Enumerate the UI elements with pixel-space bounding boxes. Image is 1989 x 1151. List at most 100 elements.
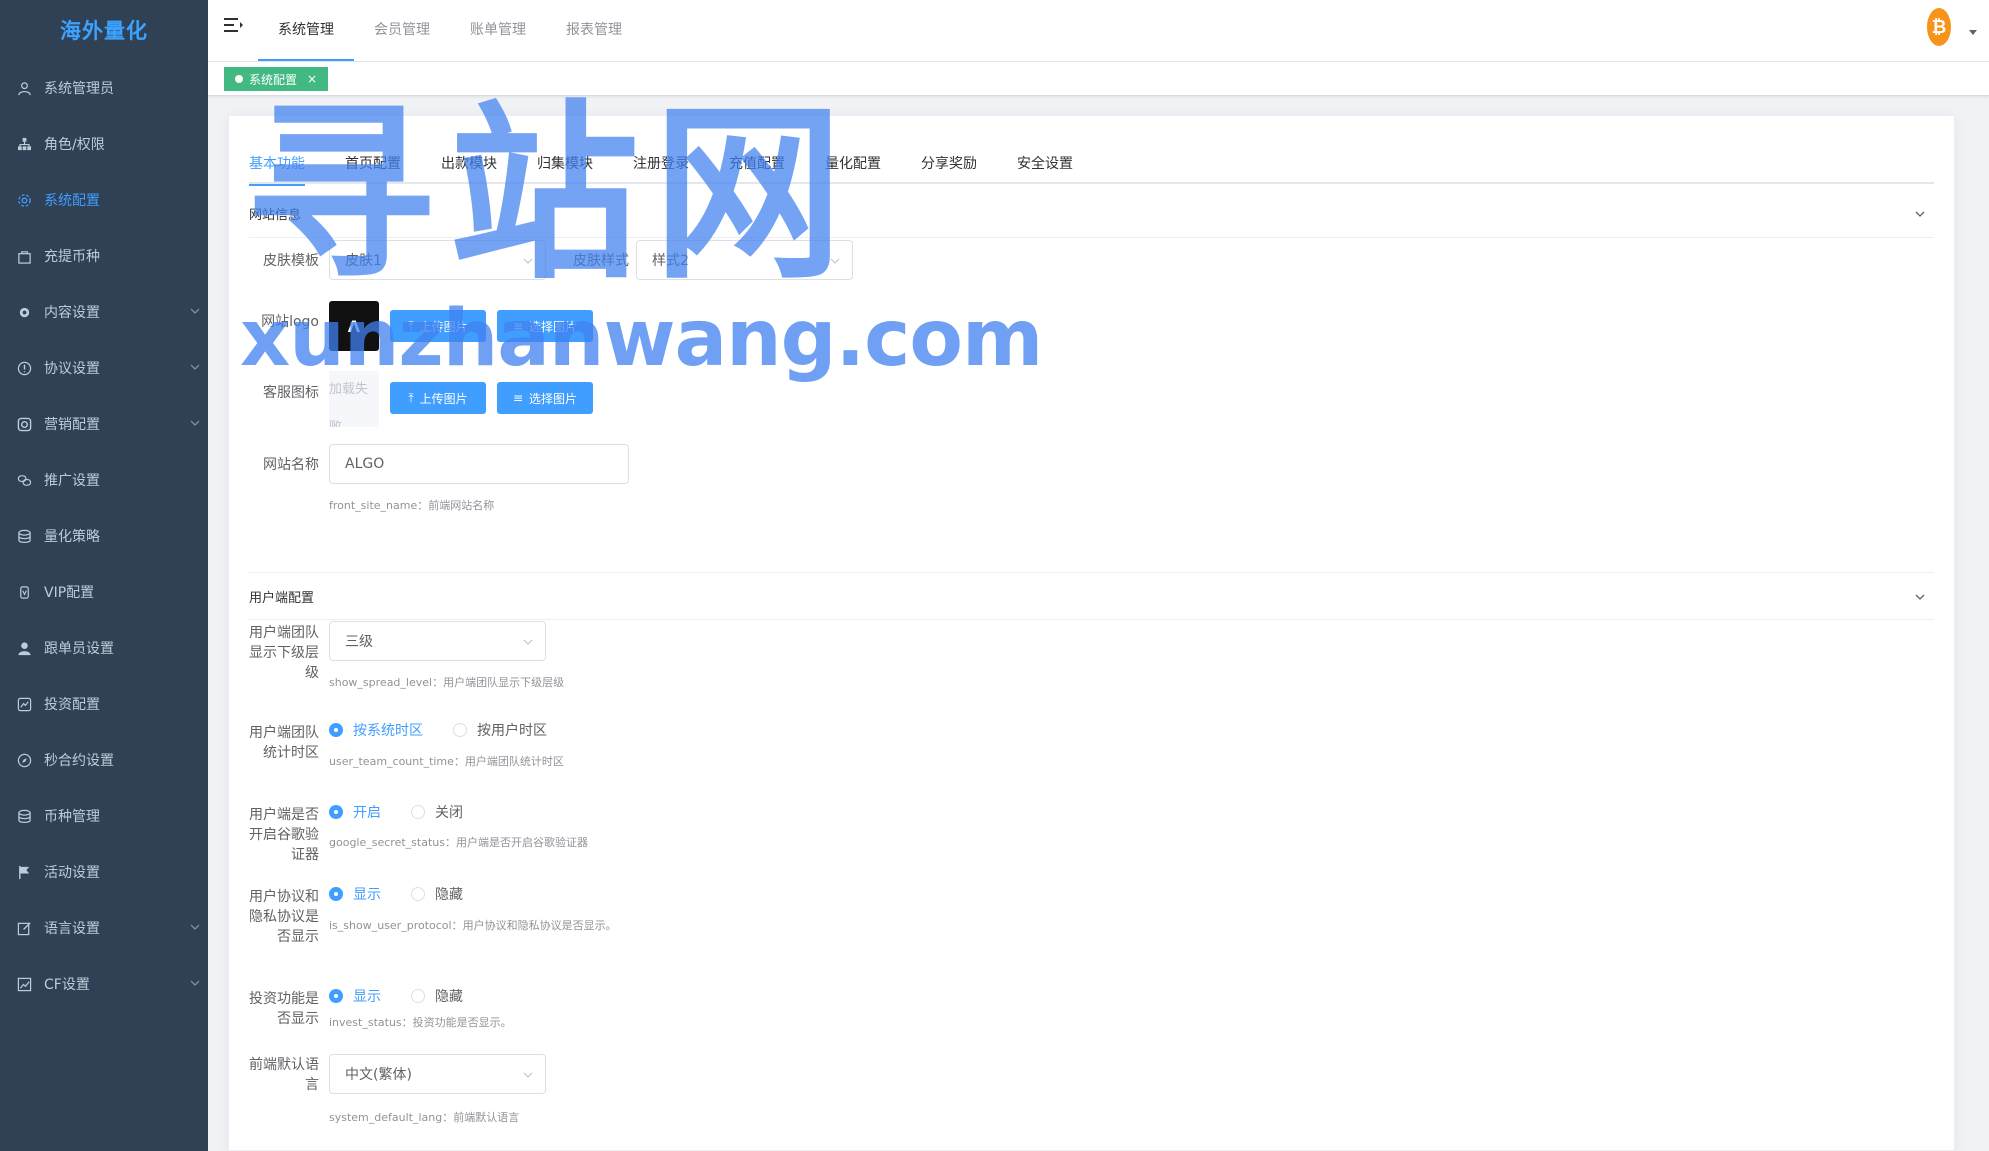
site-name-label: 网站名称: [263, 457, 319, 473]
section-site-info[interactable]: 网站信息: [249, 190, 1934, 238]
tab-4[interactable]: 注册登录: [633, 144, 709, 184]
skin-template-select[interactable]: 皮肤1: [329, 240, 546, 280]
tab-0[interactable]: 基本功能: [249, 144, 325, 186]
section-title: 用户端配置: [249, 590, 315, 606]
avatar[interactable]: ₿: [1927, 8, 1951, 46]
sidebar-item-6[interactable]: 营销配置: [0, 396, 208, 452]
sidebar-item-4[interactable]: 内容设置: [0, 284, 208, 340]
top-nav-item-0[interactable]: 系统管理: [258, 0, 354, 61]
tab-7[interactable]: 分享奖励: [921, 144, 997, 184]
sidebar-item-label: 营销配置: [44, 417, 100, 433]
sidebar-item-10[interactable]: 跟单员设置: [0, 620, 208, 676]
tag-system-config[interactable]: 系统配置 ×: [224, 67, 329, 91]
team-level-select[interactable]: 三级: [329, 621, 546, 661]
radio-google-off[interactable]: 关闭: [411, 802, 463, 822]
tab-3[interactable]: 归集模块: [537, 144, 613, 184]
sidebar-item-15[interactable]: 语言设置: [0, 900, 208, 956]
service-icon-image: 加载失败: [329, 371, 379, 427]
radio-protocol-hide[interactable]: 隐藏: [411, 884, 463, 904]
sidebar-item-5[interactable]: 协议设置: [0, 340, 208, 396]
sidebar-item-8[interactable]: 量化策略: [0, 508, 208, 564]
upload-icon: ⤒: [408, 390, 414, 405]
skin-style-select[interactable]: 样式2: [636, 240, 853, 280]
sidebar-item-7[interactable]: 推广设置: [0, 452, 208, 508]
sidebar-item-label: 推广设置: [44, 473, 100, 489]
tab-1[interactable]: 首页配置: [345, 144, 421, 184]
config-card: 基本功能 首页配置 出款模块 归集模块 注册登录 充值配置 量化配置 分享奖励 安全设置 网站信…: [228, 115, 1955, 1151]
button-label: 选择图片: [529, 391, 578, 406]
select-value: 中文(繁体): [345, 1067, 412, 1083]
sidebar-item-3[interactable]: 充提币种: [0, 228, 208, 284]
radio-circle: [411, 887, 425, 901]
sidebar-item-label: 系统配置: [44, 193, 100, 209]
vip-icon: [16, 584, 32, 600]
tree-icon: [16, 136, 32, 152]
cog-icon: [16, 304, 32, 320]
chevron-down-icon: [190, 980, 200, 986]
radio-label: 关闭: [435, 805, 463, 821]
select-service-icon-button[interactable]: ≡ 选择图片: [497, 382, 593, 414]
sidebar-item-2[interactable]: 系统配置: [0, 172, 208, 228]
tab-5[interactable]: 充值配置: [729, 144, 805, 184]
tab-8[interactable]: 安全设置: [1017, 144, 1093, 184]
radio-invest-show[interactable]: 显示: [329, 986, 381, 1006]
top-nav-item-2[interactable]: 账单管理: [450, 0, 546, 61]
site-name-input[interactable]: ALGO: [329, 444, 629, 484]
select-logo-button[interactable]: ≡ 选择图片: [497, 310, 593, 342]
close-icon[interactable]: ×: [307, 72, 317, 86]
google-auth-label: 用户端是否开启谷歌验证器: [249, 807, 319, 863]
top-nav-item-1[interactable]: 会员管理: [354, 0, 450, 61]
app-logo-title: 海外量化: [60, 19, 148, 43]
radio-team-time-system[interactable]: 按系统时区: [329, 720, 423, 740]
user-icon: [16, 80, 32, 96]
radio-team-time-user[interactable]: 按用户时区: [453, 720, 547, 740]
sidebar-item-16[interactable]: CF设置: [0, 956, 208, 1012]
sidebar-item-12[interactable]: 秒合约设置: [0, 732, 208, 788]
sidebar-item-label: CF设置: [44, 977, 90, 993]
sidebar-item-13[interactable]: 币种管理: [0, 788, 208, 844]
hamburger-icon[interactable]: [224, 16, 244, 34]
sidebar-item-14[interactable]: 活动设置: [0, 844, 208, 900]
section-title: 网站信息: [249, 208, 302, 223]
radio-label: 开启: [353, 805, 381, 821]
radio-google-on[interactable]: 开启: [329, 802, 381, 822]
radio-label: 显示: [353, 989, 381, 1005]
select-value: 样式2: [652, 253, 689, 269]
sidebar-item-0[interactable]: 系统管理员: [0, 60, 208, 116]
person-icon: [16, 640, 32, 656]
config-tabs: 基本功能 首页配置 出款模块 归集模块 注册登录 充值配置 量化配置 分享奖励 安全设置: [249, 144, 1934, 186]
gear-icon: [16, 192, 32, 208]
marketing-icon: [16, 416, 32, 432]
chevron-down-icon: [190, 308, 200, 314]
invest-label: 投资功能是否显示: [249, 991, 319, 1027]
tag-label: 系统配置: [249, 72, 298, 87]
upload-service-icon-button[interactable]: ⤒ 上传图片: [390, 382, 486, 414]
top-nav-item-3[interactable]: 报表管理: [546, 0, 642, 61]
site-logo-image: Λ: [329, 301, 379, 351]
upload-logo-button[interactable]: ⤒ 上传图片: [390, 310, 486, 342]
invest-icon: [16, 696, 32, 712]
protocol-hint: is_show_user_protocol：用户协议和隐私协议是否显示。: [329, 919, 617, 932]
radio-protocol-show[interactable]: 显示: [329, 884, 381, 904]
tab-2[interactable]: 出款模块: [441, 144, 517, 184]
chevron-down-icon: [830, 258, 840, 264]
radio-invest-hide[interactable]: 隐藏: [411, 986, 463, 1006]
section-user-config[interactable]: 用户端配置: [249, 572, 1934, 620]
top-nav: 系统管理 会员管理 账单管理 报表管理: [258, 0, 642, 61]
radio-circle: [329, 723, 343, 737]
sidebar-item-label: 币种管理: [44, 809, 100, 825]
tab-6[interactable]: 量化配置: [825, 144, 901, 184]
sidebar-item-label: 内容设置: [44, 305, 100, 321]
compass-icon: [16, 752, 32, 768]
sidebar-item-9[interactable]: VIP配置: [0, 564, 208, 620]
google-auth-hint: google_secret_status：用户端是否开启谷歌验证器: [329, 836, 588, 849]
sidebar-item-11[interactable]: 投资配置: [0, 676, 208, 732]
radio-label: 显示: [353, 887, 381, 903]
caret-down-icon[interactable]: [1969, 30, 1977, 35]
flag-icon: [16, 864, 32, 880]
invest-hint: invest_status：投资功能是否显示。: [329, 1016, 512, 1029]
sidebar-item-1[interactable]: 角色/权限: [0, 116, 208, 172]
default-lang-select[interactable]: 中文(繁体): [329, 1054, 546, 1094]
team-level-label: 用户端团队显示下级层级: [249, 625, 319, 681]
button-label: 选择图片: [529, 319, 578, 334]
